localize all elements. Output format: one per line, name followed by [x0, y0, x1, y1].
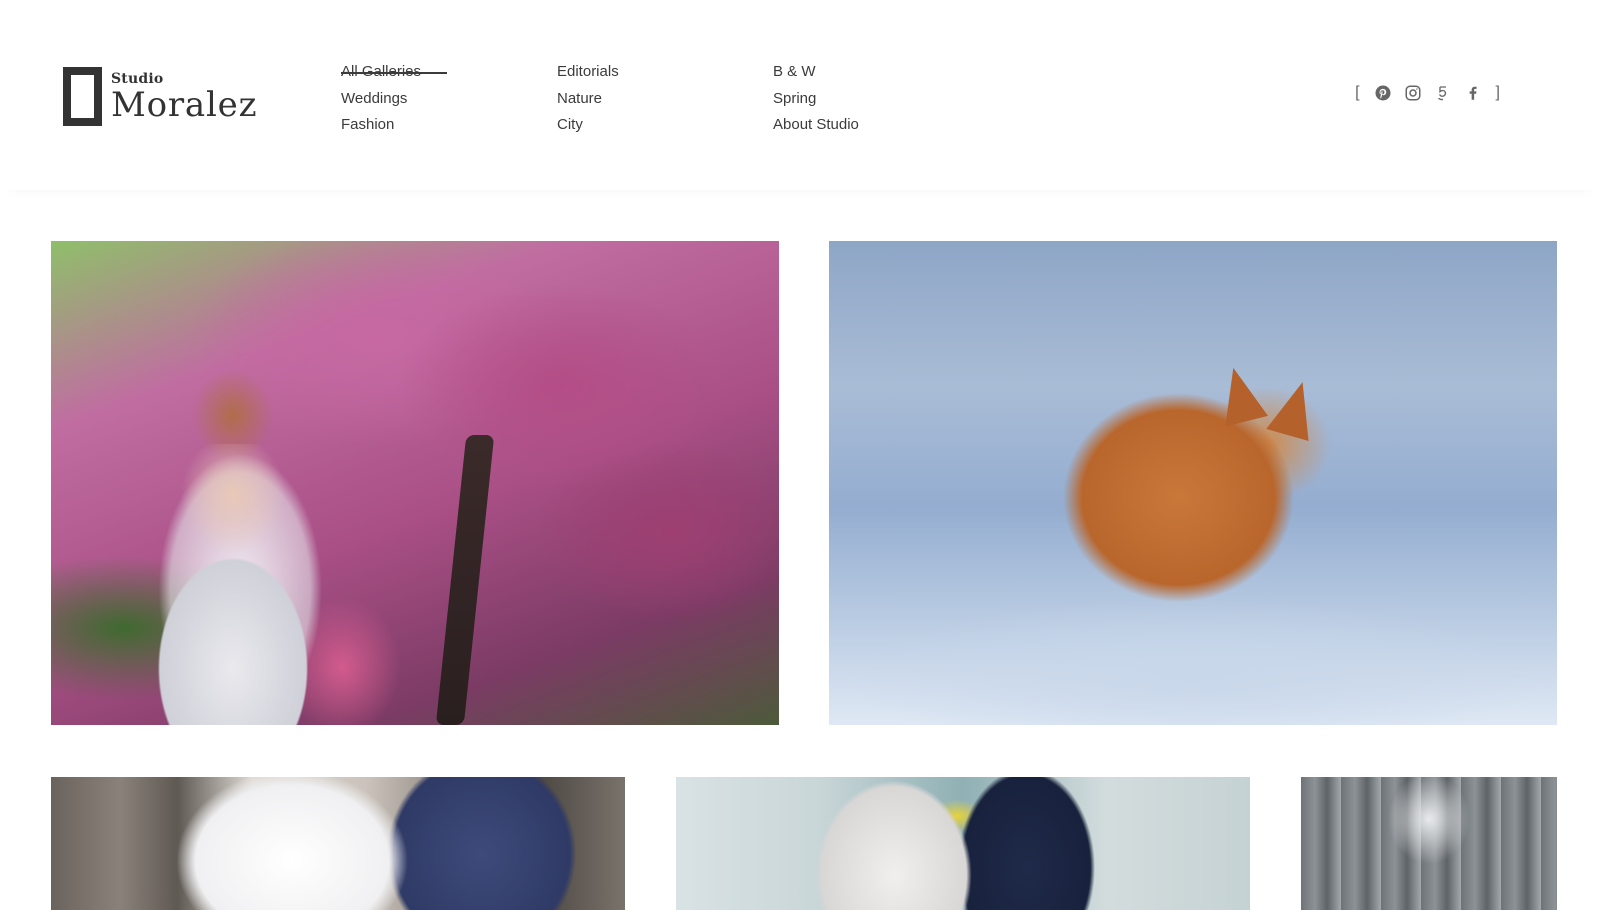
gallery-photo-couple-dress-suit[interactable]	[51, 777, 625, 910]
photo-detail-fox-ear-right	[1266, 376, 1324, 442]
nav-column-3: B & W Spring About Studio	[773, 59, 989, 139]
studio-logo[interactable]: Studio Moralez	[63, 67, 257, 126]
500px-icon[interactable]	[1434, 84, 1452, 102]
logo-mark-icon	[63, 67, 102, 126]
nav-column-2: Editorials Nature City	[557, 59, 773, 139]
social-close-bracket: ]	[1495, 84, 1500, 101]
logo-big-text: Moralez	[111, 85, 258, 125]
nav-item-city[interactable]: City	[557, 112, 773, 139]
gallery-photo-red-fox[interactable]	[829, 241, 1557, 725]
photo-detail-bride	[145, 444, 321, 725]
social-links: [ ]	[1347, 84, 1508, 102]
gallery-photo-couple-walking[interactable]	[676, 777, 1250, 910]
nav-item-spring[interactable]: Spring	[773, 86, 989, 113]
social-open-bracket: [	[1355, 84, 1360, 101]
nav-item-nature[interactable]: Nature	[557, 86, 773, 113]
pinterest-icon[interactable]	[1374, 84, 1392, 102]
nav-item-fashion[interactable]: Fashion	[341, 112, 557, 139]
gallery-photo-bride-blossom[interactable]	[51, 241, 779, 725]
nav-column-1: All Galleries Weddings Fashion	[341, 59, 557, 139]
photo-detail-trunk	[436, 434, 495, 725]
logo-small-text: Studio	[111, 71, 164, 87]
facebook-icon[interactable]	[1464, 84, 1482, 102]
site-header: Studio Moralez All Galleries Weddings Fa…	[0, 0, 1600, 190]
gallery-photo-snowy-forest[interactable]	[1301, 777, 1557, 910]
nav-item-bw[interactable]: B & W	[773, 59, 989, 86]
nav-item-weddings[interactable]: Weddings	[341, 86, 557, 113]
nav-item-editorials[interactable]: Editorials	[557, 59, 773, 86]
main-nav: All Galleries Weddings Fashion Editorial…	[341, 59, 989, 139]
nav-item-about-studio[interactable]: About Studio	[773, 112, 989, 139]
nav-item-all-galleries[interactable]: All Galleries	[341, 59, 448, 86]
photo-detail-fox-ear-left	[1212, 362, 1269, 427]
logo-text: Studio Moralez	[111, 72, 257, 123]
instagram-icon[interactable]	[1404, 84, 1422, 102]
